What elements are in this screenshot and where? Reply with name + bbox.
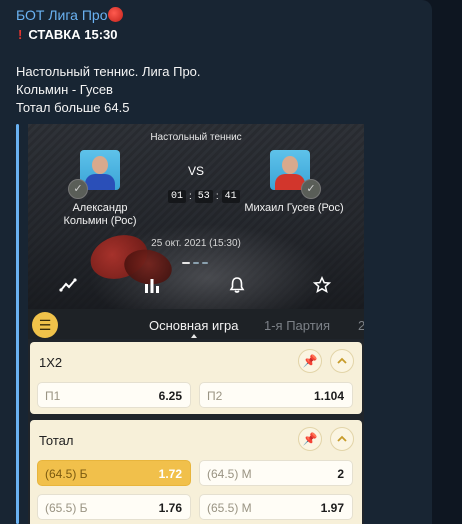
player1-name: Александр Кольмин (Рос) [63, 202, 137, 227]
chevron-up-icon[interactable] [330, 349, 354, 373]
odd-value: 2 [337, 467, 344, 481]
odd-p1[interactable]: П1 6.25 [37, 382, 191, 408]
match-header: Настольный теннис ✓ Александр Кольмин (Р… [28, 124, 364, 314]
message-line-2: Кольмин - Гусев [16, 82, 113, 97]
link-preview-image[interactable]: Настольный теннис ✓ Александр Кольмин (Р… [28, 124, 364, 524]
odd-label: (65.5) М [207, 501, 252, 515]
tab-main-game[interactable]: Основная игра [149, 318, 238, 333]
stake-text: СТАВКА 15:30 [28, 27, 118, 42]
odd-total-over-65-5[interactable]: (65.5) Б 1.76 [37, 494, 191, 520]
link-preview-bar [16, 124, 19, 524]
trend-icon[interactable] [58, 276, 78, 296]
sport-label: Настольный теннис [150, 132, 242, 143]
match-timer: 01 : 53 : 41 [168, 190, 240, 203]
market-1x2-title: 1X2 [39, 355, 63, 370]
stake-line: ! СТАВКА 15:30 [18, 27, 118, 42]
odd-total-under-64-5[interactable]: (64.5) М 2 [199, 460, 353, 486]
pin-icon[interactable]: 📌 [298, 427, 322, 451]
odd-label: (64.5) М [207, 467, 252, 481]
market-total: Тотал 📌 (64.5) Б 1.72 (64.5) М 2 (65.5) … [30, 420, 362, 524]
odd-value: 1.72 [158, 467, 182, 481]
odd-total-over-64-5[interactable]: (64.5) Б 1.72 [37, 460, 191, 486]
menu-list-icon[interactable]: ☰ [32, 312, 58, 338]
sender-name[interactable]: БОТ Лига Про [16, 7, 124, 23]
stats-icon[interactable] [142, 276, 162, 296]
odd-label: (64.5) Б [45, 467, 88, 481]
odd-total-under-65-5[interactable]: (65.5) М 1.97 [199, 494, 353, 520]
market-tabs: ☰ Основная игра 1-я Партия 2 [28, 309, 364, 339]
player2-flag-icon: ✓ [301, 179, 321, 199]
odd-p2[interactable]: П2 1.104 [199, 382, 353, 408]
odd-label: (65.5) Б [45, 501, 88, 515]
market-1x2: 1X2 📌 П1 6.25 П2 1.104 [30, 342, 362, 414]
table-tennis-icon [108, 7, 124, 22]
odd-p2-label: П2 [207, 389, 223, 403]
odd-p1-label: П1 [45, 389, 61, 403]
exclamation-icon: ! [18, 27, 23, 42]
carousel-dots [182, 262, 208, 264]
message-line-1: Настольный теннис. Лига Про. [16, 64, 201, 79]
odd-p2-value: 1.104 [313, 389, 344, 403]
odd-value: 1.97 [320, 501, 344, 515]
chevron-up-icon[interactable] [330, 427, 354, 451]
star-icon[interactable] [312, 275, 332, 296]
timer-minutes: 53 [194, 190, 213, 203]
match-date: 25 окт. 2021 (15:30) [151, 238, 241, 249]
sender-label: БОТ Лига Про [16, 7, 108, 23]
odd-value: 1.76 [158, 501, 182, 515]
player2-name: Михаил Гусев (Рос) [244, 202, 344, 214]
pin-icon[interactable]: 📌 [298, 349, 322, 373]
tab-active-marker [191, 334, 197, 338]
timer-hours: 01 [168, 190, 187, 203]
vs-label: VS [187, 164, 204, 178]
odd-p1-value: 6.25 [158, 389, 182, 403]
message-bubble: БОТ Лига Про ! СТАВКА 15:30 Настольный те… [0, 0, 432, 524]
bell-icon[interactable] [227, 276, 247, 296]
tab-set-2[interactable]: 2 [358, 318, 364, 333]
player1-flag-icon: ✓ [68, 179, 88, 199]
market-total-title: Тотал [39, 433, 74, 448]
tab-set-1[interactable]: 1-я Партия [264, 318, 330, 333]
message-line-3: Тотал больше 64.5 [16, 100, 130, 115]
